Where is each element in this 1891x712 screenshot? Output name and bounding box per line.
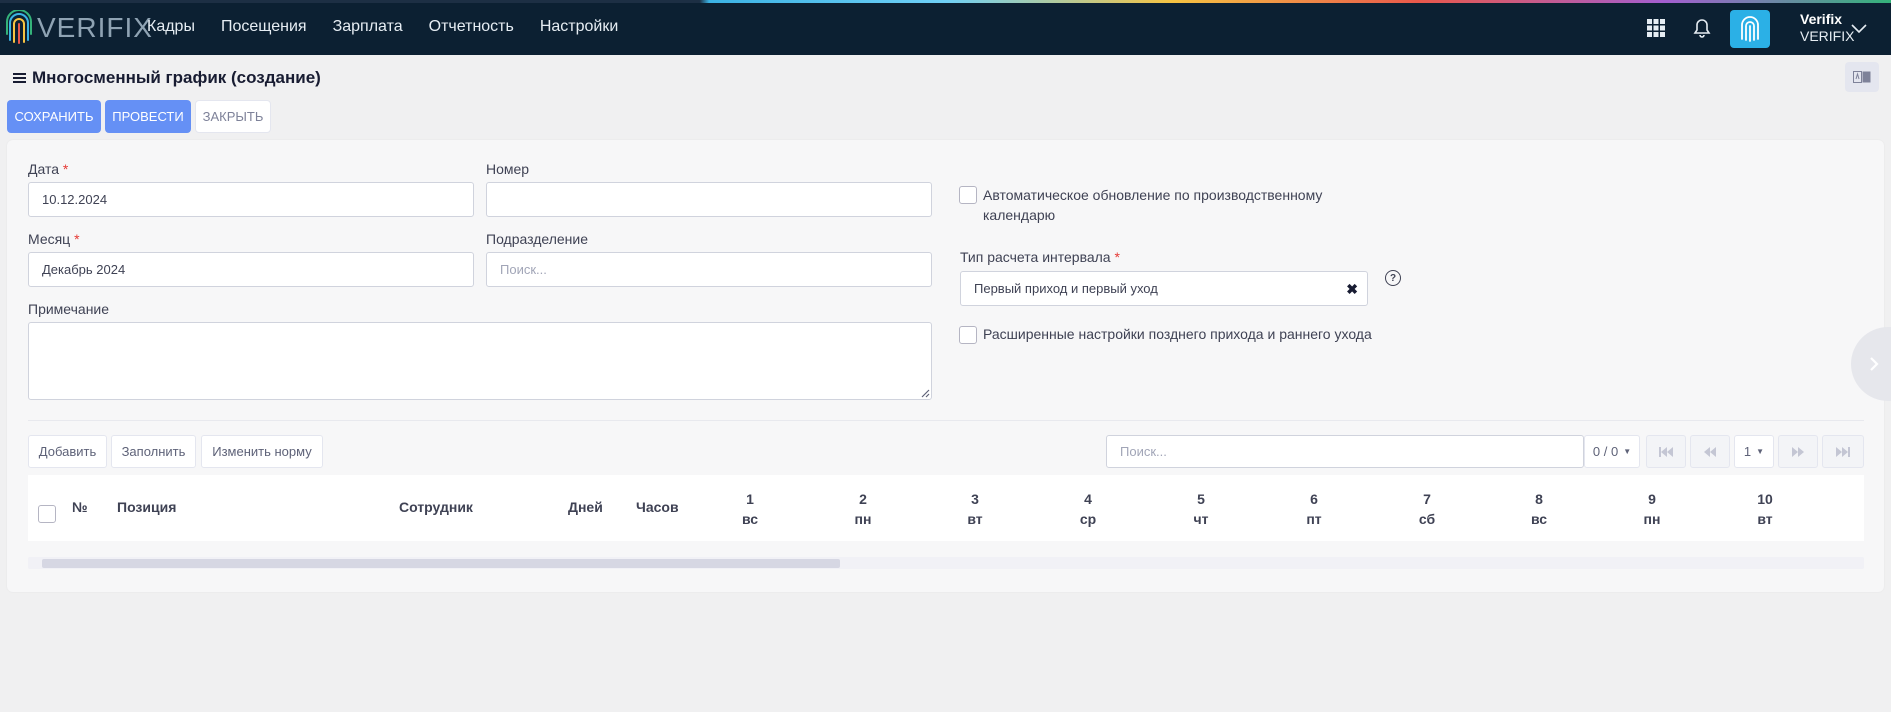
last-page-icon — [1836, 446, 1850, 457]
horizontal-scrollbar[interactable] — [28, 557, 1864, 569]
date-label: Дата * — [28, 161, 69, 177]
grid-search-input[interactable]: Поиск... — [1106, 435, 1584, 468]
top-navbar: VERIFIX Кадры Посещения Зарплата Отчетно… — [0, 0, 1891, 55]
avatar[interactable] — [1730, 10, 1770, 48]
column-day-10[interactable]: 10 вт — [1745, 489, 1785, 529]
main-nav: Кадры Посещения Зарплата Отчетность Наст… — [147, 18, 644, 36]
translate-icon — [1853, 71, 1871, 83]
division-search-input[interactable]: Поиск... — [486, 252, 932, 287]
interval-type-value: Первый приход и первый уход — [974, 281, 1158, 296]
close-button[interactable]: ЗАКРЫТЬ — [195, 100, 271, 133]
column-days[interactable]: Дней — [568, 499, 603, 515]
select-all-checkbox[interactable] — [38, 505, 56, 523]
division-label: Подразделение — [486, 231, 589, 247]
nav-item-settings[interactable]: Настройки — [540, 18, 618, 36]
apps-grid-icon[interactable] — [1644, 16, 1668, 40]
column-hours[interactable]: Часов — [636, 499, 679, 515]
help-icon[interactable]: ? — [1385, 270, 1401, 286]
auto-update-label: Автоматическое обновление по производств… — [983, 187, 1323, 223]
nav-item-hr[interactable]: Кадры — [147, 18, 195, 36]
nav-item-payroll[interactable]: Зарплата — [333, 18, 403, 36]
column-day-1[interactable]: 1 вс — [730, 489, 770, 529]
number-label: Номер — [486, 161, 530, 177]
advanced-settings-label: Расширенные настройки позднего прихода и… — [983, 326, 1372, 342]
logo[interactable]: VERIFIX — [6, 10, 153, 46]
next-page-icon — [1792, 446, 1804, 457]
scrollbar-thumb[interactable] — [42, 559, 840, 568]
page-select[interactable]: 1 ▼ — [1734, 435, 1774, 468]
fingerprint-avatar-icon — [1741, 16, 1759, 42]
month-label: Месяц * — [28, 231, 80, 247]
change-norm-button[interactable]: Изменить норму — [201, 435, 323, 468]
column-day-5[interactable]: 5 чт — [1181, 489, 1221, 529]
language-toggle-button[interactable] — [1845, 62, 1879, 92]
save-button[interactable]: СОХРАНИТЬ — [7, 100, 101, 133]
column-day-6[interactable]: 6 пт — [1294, 489, 1334, 529]
column-day-3[interactable]: 3 вт — [955, 489, 995, 529]
nav-item-attendance[interactable]: Посещения — [221, 18, 307, 36]
note-label: Примечание — [28, 301, 110, 317]
note-textarea[interactable] — [28, 322, 932, 400]
grid-header — [28, 475, 1864, 541]
brand-stripe — [0, 0, 1891, 3]
row-count-text: 0 / 0 — [1592, 444, 1619, 459]
last-page-button[interactable] — [1822, 435, 1864, 468]
fingerprint-logo-icon — [6, 10, 32, 44]
clear-icon[interactable]: ✖ — [1346, 281, 1358, 298]
prev-page-button[interactable] — [1690, 435, 1730, 468]
hamburger-icon[interactable] — [13, 72, 26, 84]
bell-icon[interactable] — [1690, 16, 1714, 40]
number-field[interactable] — [486, 182, 932, 217]
column-day-4[interactable]: 4 ср — [1068, 489, 1108, 529]
first-page-button[interactable] — [1646, 435, 1686, 468]
chevron-down-icon[interactable] — [1851, 24, 1867, 34]
divider — [28, 420, 1864, 421]
user-company: VERIFIX — [1800, 28, 1855, 44]
caret-down-icon: ▼ — [1623, 447, 1632, 456]
chevron-right-icon — [1870, 357, 1879, 371]
interval-type-select[interactable]: Первый приход и первый уход ✖ — [960, 271, 1368, 306]
post-button[interactable]: ПРОВЕСТИ — [105, 100, 191, 133]
user-name: Verifix — [1800, 11, 1843, 27]
add-button[interactable]: Добавить — [28, 435, 107, 468]
column-day-9[interactable]: 9 пн — [1632, 489, 1672, 529]
advanced-settings-checkbox[interactable] — [959, 326, 977, 344]
first-page-icon — [1659, 446, 1673, 457]
auto-update-checkbox[interactable] — [959, 186, 977, 204]
page-title-text: Многосменный график (создание) — [32, 68, 321, 87]
fill-button[interactable]: Заполнить — [111, 435, 196, 468]
logo-text: VERIFIX — [37, 12, 153, 43]
caret-down-icon: ▼ — [1756, 447, 1765, 456]
column-day-7[interactable]: 7 сб — [1407, 489, 1447, 529]
page-title: Многосменный график (создание) — [13, 68, 321, 88]
column-day-2[interactable]: 2 пн — [843, 489, 883, 529]
resize-handle-icon[interactable] — [920, 388, 930, 398]
date-field[interactable]: 10.12.2024 — [28, 182, 474, 217]
nav-item-reports[interactable]: Отчетность — [429, 18, 514, 36]
page-number: 1 — [1743, 444, 1752, 459]
prev-page-icon — [1704, 446, 1716, 457]
month-field[interactable]: Декабрь 2024 — [28, 252, 474, 287]
row-count-dropdown[interactable]: 0 / 0 ▼ — [1584, 435, 1640, 468]
column-number[interactable]: № — [72, 499, 88, 515]
interval-type-label: Тип расчета интервала * — [960, 249, 1120, 265]
column-day-8[interactable]: 8 вс — [1519, 489, 1559, 529]
next-page-button[interactable] — [1778, 435, 1818, 468]
user-menu[interactable]: Verifix VERIFIX — [1800, 11, 1854, 45]
column-employee[interactable]: Сотрудник — [399, 499, 473, 515]
column-position[interactable]: Позиция — [117, 499, 176, 515]
